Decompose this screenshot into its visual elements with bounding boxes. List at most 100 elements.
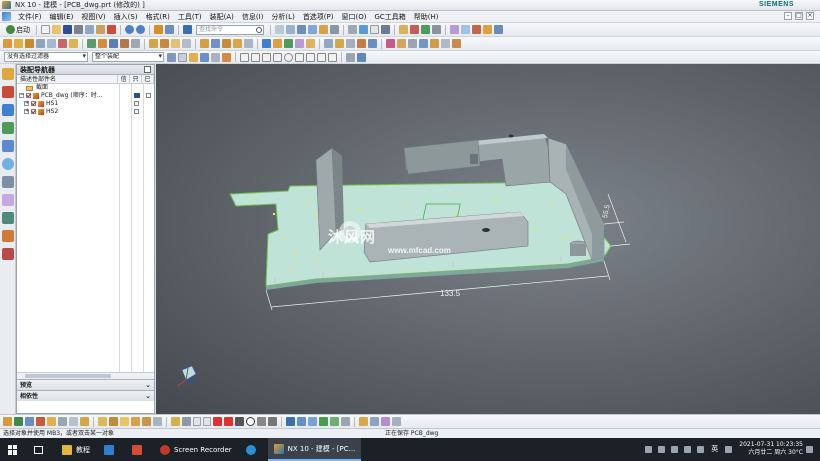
bend-icon[interactable] — [346, 39, 355, 48]
new-file-icon[interactable] — [41, 25, 50, 34]
quick-trim-icon[interactable] — [286, 417, 295, 426]
display-icon[interactable] — [370, 25, 379, 34]
chamfer-icon[interactable] — [160, 39, 169, 48]
open-folder-icon[interactable] — [52, 25, 61, 34]
snap-endpoint-icon[interactable] — [240, 52, 249, 62]
tray-network-icon[interactable] — [671, 445, 679, 453]
snap-on-face-icon[interactable] — [328, 52, 337, 62]
split-body-icon[interactable] — [131, 39, 140, 48]
profile-icon[interactable] — [25, 417, 34, 426]
snap-midpoint-icon[interactable] — [251, 52, 260, 62]
menu-view[interactable]: 视图(V) — [77, 11, 109, 23]
pattern-icon[interactable] — [200, 39, 209, 48]
close-icon[interactable]: × — [806, 12, 814, 20]
menu-analysis[interactable]: 分析(L) — [267, 11, 298, 23]
tree-row-assembly[interactable]: − PCB_dwg (顺序：时... — [17, 92, 154, 100]
menu-info[interactable]: 信息(I) — [238, 11, 268, 23]
taskbar-app-2[interactable] — [98, 438, 124, 461]
undo-icon[interactable] — [125, 25, 134, 34]
subtract-icon[interactable] — [98, 39, 107, 48]
taskbar-app-edge[interactable] — [240, 438, 266, 461]
taskbar-app-tutorial[interactable]: 教程 — [56, 438, 96, 461]
snap-center-icon[interactable] — [284, 52, 293, 62]
rotate-view-icon[interactable] — [297, 25, 306, 34]
circle-icon[interactable] — [246, 417, 255, 426]
window-icon[interactable] — [165, 25, 174, 34]
move-component-icon[interactable] — [284, 39, 293, 48]
copy-icon[interactable] — [85, 25, 94, 34]
menu-gc-toolbox[interactable]: GC工具箱 — [370, 11, 409, 23]
navigator-horizontal-scrollbar[interactable] — [17, 372, 154, 379]
spline-icon[interactable] — [47, 417, 56, 426]
geometric-constraint-icon[interactable] — [319, 417, 328, 426]
preview-panel-header[interactable]: 预览 ⌄ — [17, 379, 154, 390]
snap-mode-field[interactable] — [203, 417, 211, 426]
zoom-icon[interactable] — [286, 25, 295, 34]
tree-row-sections[interactable]: 截面 — [17, 84, 154, 92]
view-triad[interactable] — [177, 365, 197, 387]
save-icon[interactable] — [63, 25, 72, 34]
hole-icon[interactable] — [36, 39, 45, 48]
hd3d-tools-icon[interactable] — [2, 140, 14, 152]
datum-axis-icon[interactable] — [461, 25, 470, 34]
redo-icon[interactable] — [136, 25, 145, 34]
snap-on-curve-icon[interactable] — [317, 52, 326, 62]
arc-tool-icon[interactable] — [224, 417, 233, 426]
scale-body-icon[interactable] — [244, 39, 253, 48]
point-icon[interactable] — [472, 25, 481, 34]
column-info[interactable]: 信 — [118, 75, 131, 83]
menu-app-icon[interactable] — [2, 12, 11, 21]
visibility-checkbox[interactable] — [26, 93, 31, 98]
replace-face-icon[interactable] — [397, 39, 406, 48]
shaded-icon[interactable] — [330, 25, 339, 34]
visibility-checkbox[interactable] — [31, 101, 36, 106]
restore-icon[interactable]: □ — [795, 12, 803, 20]
tree-row-hs1[interactable]: + HS1 — [17, 100, 154, 108]
start-button[interactable]: 启动 — [5, 25, 30, 35]
process-studio-icon[interactable] — [2, 212, 14, 224]
measure-icon[interactable] — [399, 25, 408, 34]
pull-face-icon[interactable] — [430, 39, 439, 48]
offset-face-icon[interactable] — [233, 39, 242, 48]
visibility-checkbox[interactable] — [31, 109, 36, 114]
assembly-scope-select[interactable]: 整个装配 — [92, 52, 164, 62]
pocket-icon[interactable] — [58, 39, 67, 48]
menu-file[interactable]: 文件(F) — [14, 11, 46, 23]
extend-curve-icon[interactable] — [131, 417, 140, 426]
dependency-panel-header[interactable]: 相依性 ⌄ — [17, 390, 154, 401]
command-finder-icon[interactable] — [183, 25, 192, 34]
column-modified[interactable]: 已 — [142, 75, 155, 83]
menu-window[interactable]: 窗口(O) — [338, 11, 371, 23]
dimension-vertical[interactable] — [603, 193, 631, 247]
synchronous-move-icon[interactable] — [386, 39, 395, 48]
notification-icon[interactable] — [806, 445, 813, 453]
alternate-solution-icon[interactable] — [381, 417, 390, 426]
quick-extend-icon[interactable] — [297, 417, 306, 426]
command-search-input[interactable]: 查找命令 — [196, 24, 264, 35]
shield-raised-box[interactable] — [403, 139, 481, 175]
graphics-window[interactable]: 沐风网 www.mfcad.com 133.5 55.5 — [156, 64, 820, 414]
deselect-icon[interactable] — [178, 52, 187, 62]
arc-icon[interactable] — [58, 417, 67, 426]
offset-curve-icon[interactable] — [98, 417, 107, 426]
project-curve-icon[interactable] — [109, 417, 118, 426]
expand-icon[interactable]: + — [24, 109, 29, 114]
render-style-icon[interactable] — [319, 25, 328, 34]
column-read-only[interactable]: 只 — [130, 75, 143, 83]
collapse-icon[interactable]: − — [19, 93, 24, 98]
inferred-constraint-icon[interactable] — [392, 417, 401, 426]
taskbar-clock[interactable]: 2021-07-31 10:23:35 六月廿二 周六 30°C — [739, 441, 803, 457]
quick-pick-icon[interactable] — [357, 52, 366, 62]
assembly-add-icon[interactable] — [262, 39, 271, 48]
menu-preferences[interactable]: 首选项(P) — [299, 11, 338, 23]
trim-body-icon[interactable] — [120, 39, 129, 48]
point-icon[interactable] — [36, 417, 45, 426]
navigator-menu-icon[interactable] — [144, 66, 151, 73]
thicken-icon[interactable] — [222, 39, 231, 48]
ellipse-icon[interactable] — [69, 417, 78, 426]
flange-icon[interactable] — [335, 39, 344, 48]
layer-settings-icon[interactable] — [348, 25, 357, 34]
taskbar-app-nx[interactable]: NX 10 - 建模 - [PC... — [267, 438, 362, 461]
menu-insert[interactable]: 插入(S) — [110, 11, 142, 23]
tray-chevron-up-icon[interactable] — [658, 445, 666, 453]
